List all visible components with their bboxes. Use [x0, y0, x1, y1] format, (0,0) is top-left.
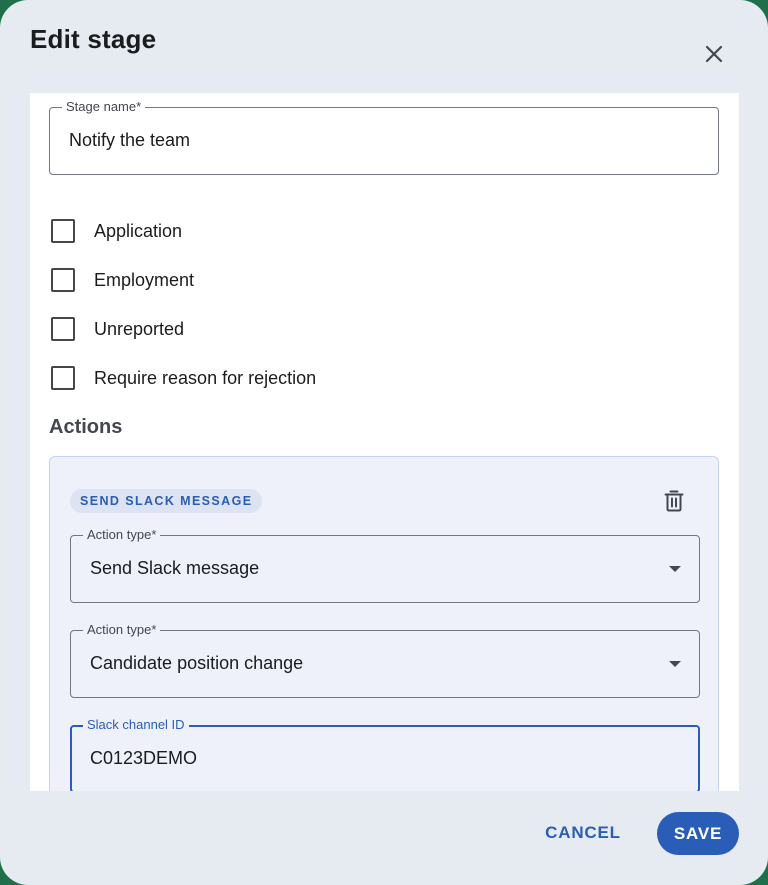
trigger-type-value: Candidate position change	[90, 653, 304, 673]
close-icon	[705, 45, 723, 63]
checkbox-label: Require reason for rejection	[94, 367, 317, 388]
edit-stage-dialog: Edit stage Stage name* Notify the team A…	[0, 0, 768, 885]
dropdown-arrow-icon	[669, 566, 681, 572]
checkbox-label: Application	[94, 220, 183, 241]
close-button[interactable]	[696, 36, 732, 72]
cancel-button[interactable]: CANCEL	[532, 812, 634, 854]
dialog-content: Stage name* Notify the team Application …	[30, 93, 739, 791]
action-card: SEND SLACK MESSAGE Action type* Send Sla…	[49, 456, 719, 791]
actions-heading: Actions	[49, 416, 123, 438]
trigger-type-select[interactable]: Action type* Candidate position change	[70, 622, 700, 698]
action-type-value: Send Slack message	[90, 558, 260, 578]
dropdown-arrow-icon	[669, 661, 681, 667]
slack-channel-id-label: Slack channel ID	[83, 717, 189, 733]
checkbox-employment[interactable]: Employment	[51, 265, 194, 295]
checkbox-label: Employment	[94, 269, 195, 290]
checkbox-require-reason[interactable]: Require reason for rejection	[51, 363, 316, 393]
stage-name-value: Notify the team	[69, 130, 191, 150]
checkbox-box[interactable]	[51, 268, 75, 292]
save-button[interactable]: SAVE	[657, 812, 739, 855]
action-type-label: Action type*	[83, 527, 161, 543]
action-type-select[interactable]: Action type* Send Slack message	[70, 527, 700, 603]
delete-action-button[interactable]	[660, 487, 688, 515]
checkbox-unreported[interactable]: Unreported	[51, 314, 184, 344]
dialog-footer: CANCEL SAVE	[0, 791, 768, 885]
trigger-type-label: Action type*	[83, 622, 161, 638]
checkbox-box[interactable]	[51, 366, 75, 390]
dialog-title: Edit stage	[30, 24, 157, 54]
checkbox-box[interactable]	[51, 317, 75, 341]
stage-name-field[interactable]: Stage name* Notify the team	[49, 99, 719, 175]
slack-channel-id-value: C0123DEMO	[90, 748, 198, 768]
checkbox-box[interactable]	[51, 219, 75, 243]
trash-icon	[664, 490, 684, 512]
checkbox-application[interactable]: Application	[51, 216, 182, 246]
action-chip: SEND SLACK MESSAGE	[70, 489, 263, 513]
checkbox-label: Unreported	[94, 318, 185, 339]
stage-name-label: Stage name*	[62, 99, 146, 115]
slack-channel-id-input[interactable]: Slack channel ID C0123DEMO	[70, 717, 700, 791]
